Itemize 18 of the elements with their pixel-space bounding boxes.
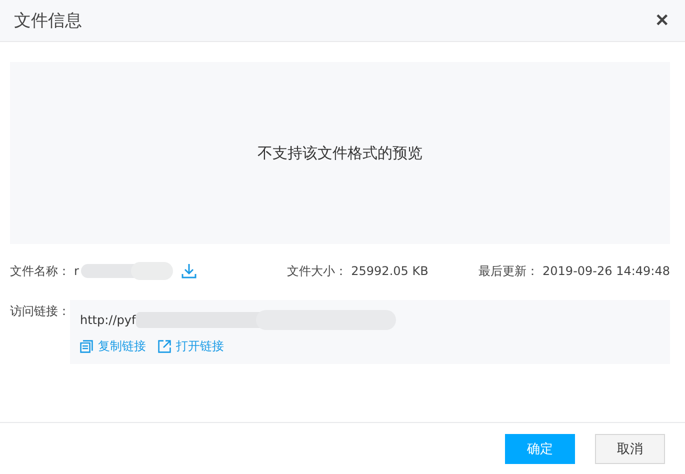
field-value: 2019-09-26 14:49:48 xyxy=(542,264,670,278)
field-label: 文件大小： xyxy=(287,262,348,280)
copy-icon xyxy=(80,340,93,353)
link-url: http://pyf xyxy=(80,313,136,327)
field-label: 最后更新： xyxy=(478,262,539,280)
field-value: r xyxy=(74,264,79,278)
dialog-button[interactable]: 取消 xyxy=(595,434,665,464)
close-button[interactable]: ✕ xyxy=(655,10,669,31)
window-title: 文件信息 xyxy=(14,10,82,32)
external-link-icon xyxy=(158,340,171,353)
dialog-button[interactable]: 确定 xyxy=(505,434,575,464)
field-label: 访问链接： xyxy=(10,303,70,320)
preview-message: 不支持该文件格式的预览 xyxy=(258,144,422,162)
download-icon[interactable] xyxy=(180,263,197,279)
field-label: 文件名称： xyxy=(10,262,70,280)
link-action[interactable]: 复制链接 xyxy=(80,338,146,355)
field-value: 25992.05 KB xyxy=(351,264,428,278)
link-action[interactable]: 打开链接 xyxy=(158,338,224,355)
